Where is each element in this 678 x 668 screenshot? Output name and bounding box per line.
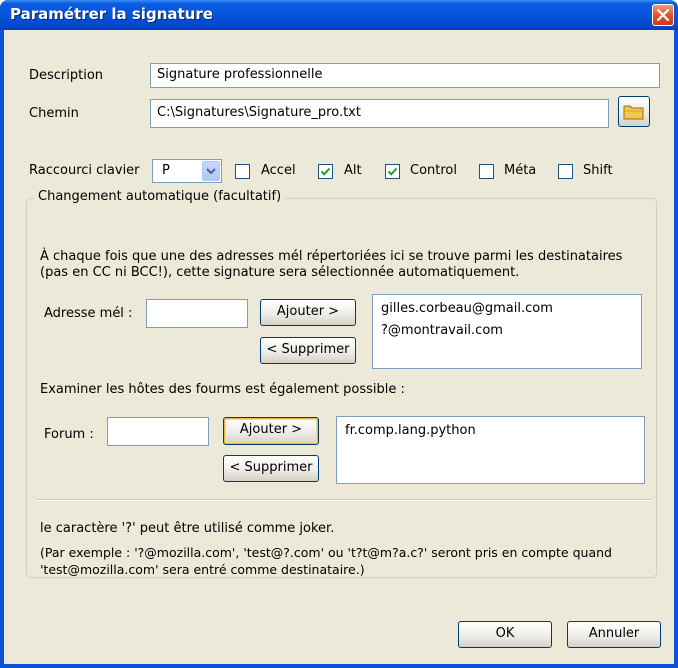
path-label: Chemin — [29, 106, 79, 121]
close-icon — [657, 9, 669, 21]
joker-note: le caractère '?' peut être utilisé comme… — [40, 521, 335, 536]
auto-intro-line2: (pas en CC ni BCC!), cette signature ser… — [40, 265, 520, 280]
dropdown-arrow[interactable] — [202, 161, 220, 181]
description-input[interactable]: Signature professionnelle — [150, 63, 660, 88]
accel-label: Accel — [261, 163, 296, 178]
auto-change-group-title: Changement automatique (facultatif) — [34, 189, 286, 204]
checkmark-icon — [387, 167, 398, 176]
forum-input[interactable] — [107, 417, 209, 446]
cancel-button[interactable]: Annuler — [567, 621, 661, 648]
group-separator — [36, 499, 652, 501]
accel-checkbox[interactable] — [235, 164, 250, 179]
email-input[interactable] — [146, 299, 248, 328]
forum-label: Forum : — [44, 427, 94, 442]
alt-label: Alt — [344, 163, 362, 178]
control-label: Control — [410, 163, 457, 178]
control-checkbox[interactable] — [385, 164, 400, 179]
shift-label: Shift — [583, 163, 613, 178]
meta-label: Méta — [504, 163, 537, 178]
meta-checkbox[interactable] — [479, 164, 494, 179]
title-bar[interactable]: Paramétrer la signature — [0, 0, 678, 30]
window-title: Paramétrer la signature — [10, 5, 213, 23]
email-list[interactable]: gilles.corbeau@gmail.com ?@montravail.co… — [372, 294, 642, 369]
add-email-button[interactable]: Ajouter > — [260, 299, 356, 326]
chevron-down-icon — [206, 168, 216, 175]
shortcut-key-select[interactable]: P — [152, 159, 222, 183]
email-label: Adresse mél : — [44, 306, 133, 321]
list-item[interactable]: gilles.corbeau@gmail.com — [381, 301, 553, 316]
remove-forum-button[interactable]: < Supprimer — [223, 455, 319, 482]
shift-checkbox[interactable] — [558, 164, 573, 179]
shortcut-key-value: P — [162, 163, 170, 178]
example-line1: (Par exemple : '?@mozilla.com', 'test@?.… — [40, 545, 612, 560]
description-label: Description — [29, 68, 104, 83]
shortcut-label: Raccourci clavier — [29, 163, 140, 178]
folder-icon — [623, 105, 644, 120]
auto-intro-line1: À chaque fois que une des adresses mél r… — [40, 249, 623, 264]
close-button[interactable] — [652, 4, 674, 26]
list-item[interactable]: ?@montravail.com — [381, 323, 503, 338]
forum-list[interactable]: fr.comp.lang.python — [336, 416, 645, 484]
remove-email-button[interactable]: < Supprimer — [260, 337, 356, 364]
forum-intro: Examiner les hôtes des fourms est égalem… — [40, 382, 405, 397]
alt-checkbox[interactable] — [318, 164, 333, 179]
path-input[interactable]: C:\Signatures\Signature_pro.txt — [150, 99, 609, 128]
ok-button[interactable]: OK — [458, 621, 552, 648]
checkmark-icon — [320, 167, 331, 176]
add-forum-button[interactable]: Ajouter > — [223, 417, 319, 445]
dialog-window: Paramétrer la signature Description Sign… — [0, 0, 678, 668]
browse-button[interactable] — [618, 96, 650, 127]
list-item[interactable]: fr.comp.lang.python — [345, 423, 476, 438]
example-line2: 'test@mozilla.com' sera entré comme dest… — [40, 562, 365, 577]
